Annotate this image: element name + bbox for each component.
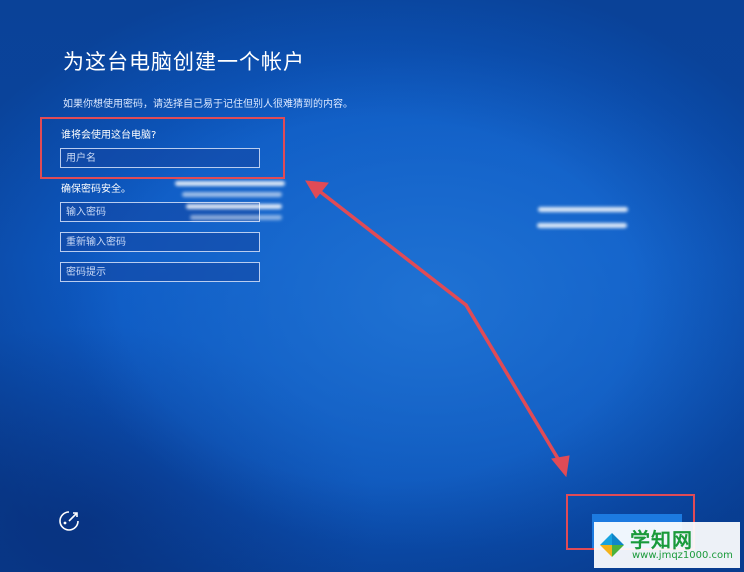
oobe-screen: 为这台电脑创建一个帐户 如果你想使用密码，请选择自己易于记住但别人很难猜到的内容… [0,0,744,572]
arrow-head-next [551,455,570,478]
watermark: 学知网 www.jmqz1000.com [594,522,740,568]
annotation-arrows [305,180,570,478]
windows-logo-icon [600,533,624,557]
arrow-line-to-username [316,188,468,307]
watermark-name: 学知网 [630,528,693,552]
ease-of-access-icon[interactable] [57,509,81,533]
watermark-url: www.jmqz1000.com [632,550,733,561]
arrow-line-to-next [464,303,562,464]
